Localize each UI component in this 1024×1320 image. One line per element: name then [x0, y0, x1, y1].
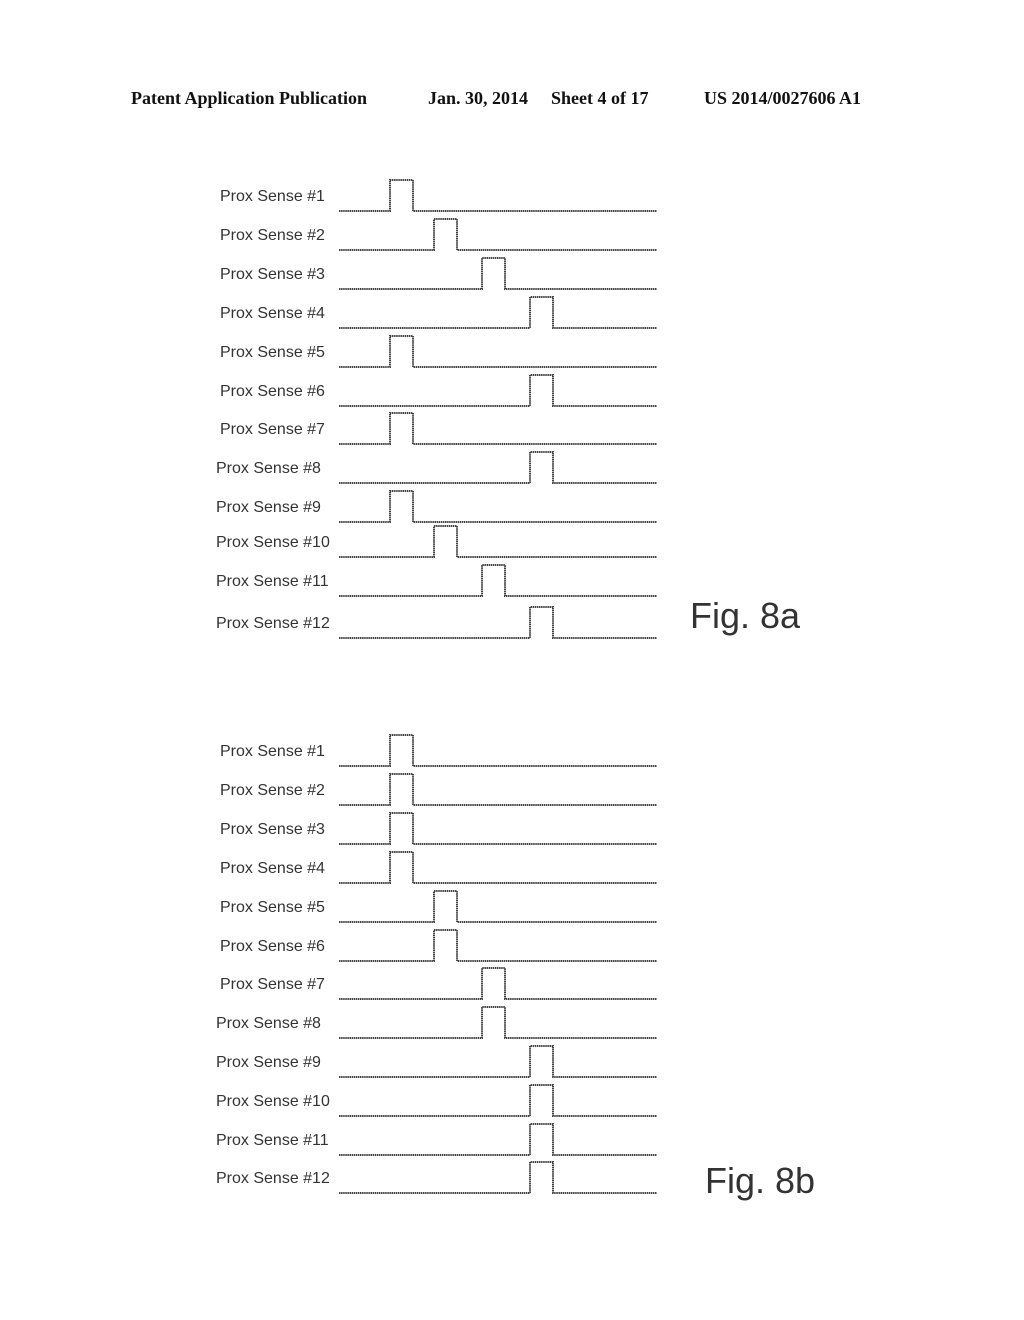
- pulse-waveform: [339, 296, 657, 329]
- signal-row: Prox Sense #6: [220, 374, 657, 407]
- signal-row: Prox Sense #7: [220, 412, 657, 445]
- signal-row: Prox Sense #6: [220, 929, 657, 962]
- signal-label: Prox Sense #1: [220, 743, 325, 760]
- signal-row: Prox Sense #5: [220, 335, 657, 368]
- signal-label: Prox Sense #5: [220, 899, 325, 916]
- signal-label: Prox Sense #7: [220, 976, 325, 993]
- signal-label: Prox Sense #8: [216, 460, 321, 477]
- figure-fig8b: Prox Sense #1 Prox Sense #2 Prox Sense #3 P…: [216, 734, 815, 1201]
- pulse-waveform: [339, 374, 657, 407]
- pulse-waveform: [339, 257, 657, 290]
- signal-row: Prox Sense #7: [220, 967, 657, 1000]
- signal-label: Prox Sense #3: [220, 821, 325, 838]
- signal-row: Prox Sense #2: [220, 218, 657, 251]
- pulse-waveform: [339, 1045, 657, 1078]
- pulse-waveform: [339, 335, 657, 368]
- pulse-waveform: [339, 412, 657, 445]
- signal-label: Prox Sense #11: [216, 1132, 329, 1149]
- signal-label: Prox Sense #6: [220, 383, 325, 400]
- signal-label: Prox Sense #2: [220, 782, 325, 799]
- pulse-waveform: [339, 218, 657, 251]
- signal-row: Prox Sense #4: [220, 296, 657, 329]
- pulse-waveform: [339, 929, 657, 962]
- signal-label: Prox Sense #6: [220, 938, 325, 955]
- signal-label: Prox Sense #12: [216, 615, 330, 632]
- pulse-waveform: [339, 1161, 657, 1194]
- figure-caption: Fig. 8b: [705, 1160, 815, 1201]
- signal-row: Prox Sense #2: [220, 773, 657, 806]
- figure-caption: Fig. 8a: [690, 595, 801, 636]
- signal-label: Prox Sense #12: [216, 1170, 330, 1187]
- signal-label: Prox Sense #3: [220, 266, 325, 283]
- signal-label: Prox Sense #9: [216, 499, 321, 516]
- signal-row: Prox Sense #12: [216, 606, 657, 639]
- pulse-waveform: [339, 851, 657, 884]
- pulse-waveform: [339, 451, 657, 484]
- signal-row: Prox Sense #10: [216, 525, 657, 558]
- pulse-waveform: [339, 525, 657, 558]
- signal-row: Prox Sense #11: [216, 1123, 657, 1156]
- signal-row: Prox Sense #11: [216, 564, 657, 597]
- pulse-waveform: [339, 490, 657, 523]
- timing-diagrams: Prox Sense #1 Prox Sense #2 Prox Sense #3 P…: [216, 179, 815, 1201]
- signal-row: Prox Sense #3: [220, 812, 657, 845]
- signal-row: Prox Sense #9: [216, 1045, 657, 1078]
- pulse-waveform: [339, 890, 657, 923]
- signal-row: Prox Sense #8: [216, 1006, 657, 1039]
- signal-label: Prox Sense #8: [216, 1015, 321, 1032]
- signal-label: Prox Sense #1: [220, 188, 325, 205]
- signal-label: Prox Sense #10: [216, 1093, 330, 1110]
- signal-label: Prox Sense #11: [216, 573, 329, 590]
- pulse-waveform: [339, 967, 657, 1000]
- signal-row: Prox Sense #3: [220, 257, 657, 290]
- signal-row: Prox Sense #12: [216, 1161, 657, 1194]
- pulse-waveform: [339, 1084, 657, 1117]
- signal-label: Prox Sense #10: [216, 534, 330, 551]
- pulse-waveform: [339, 773, 657, 806]
- signal-label: Prox Sense #4: [220, 305, 325, 322]
- pulse-waveform: [339, 179, 657, 212]
- signal-label: Prox Sense #7: [220, 421, 325, 438]
- pulse-waveform: [339, 606, 657, 639]
- signal-row: Prox Sense #1: [220, 179, 657, 212]
- pulse-waveform: [339, 734, 657, 767]
- signal-row: Prox Sense #4: [220, 851, 657, 884]
- pulse-waveform: [339, 1123, 657, 1156]
- signal-row: Prox Sense #5: [220, 890, 657, 923]
- pulse-waveform: [339, 1006, 657, 1039]
- signal-row: Prox Sense #9: [216, 490, 657, 523]
- pulse-waveform: [339, 812, 657, 845]
- signal-label: Prox Sense #2: [220, 227, 325, 244]
- signal-label: Prox Sense #4: [220, 860, 325, 877]
- signal-row: Prox Sense #1: [220, 734, 657, 767]
- signal-label: Prox Sense #5: [220, 344, 325, 361]
- figure-fig8a: Prox Sense #1 Prox Sense #2 Prox Sense #3 P…: [216, 179, 801, 639]
- signal-row: Prox Sense #10: [216, 1084, 657, 1117]
- pulse-waveform: [339, 564, 657, 597]
- signal-label: Prox Sense #9: [216, 1054, 321, 1071]
- signal-row: Prox Sense #8: [216, 451, 657, 484]
